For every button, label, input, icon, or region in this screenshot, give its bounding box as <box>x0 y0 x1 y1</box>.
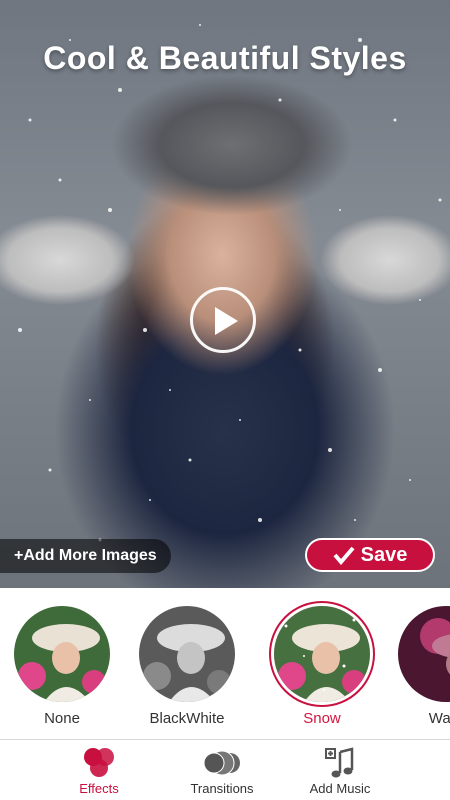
nav-transitions[interactable]: Transitions <box>167 746 277 796</box>
effect-thumbnail <box>14 606 110 702</box>
effect-water[interactable]: Wate <box>396 606 450 727</box>
play-icon <box>215 307 238 335</box>
effect-label: Wate <box>428 710 450 727</box>
effect-thumbnail <box>398 606 450 702</box>
effect-label: Snow <box>303 710 341 727</box>
preview-title: Cool & Beautiful Styles <box>43 40 407 76</box>
effect-blackwhite[interactable]: BlackWhite <box>137 606 237 727</box>
transitions-icon <box>204 750 240 776</box>
effect-label: None <box>44 710 80 727</box>
play-button[interactable] <box>190 287 256 353</box>
effect-label: BlackWhite <box>149 710 225 727</box>
effect-none[interactable]: None <box>12 606 112 727</box>
nav-add-music[interactable]: Add Music <box>285 746 395 796</box>
save-button-label: Save <box>360 543 408 566</box>
nav-transitions-label: Transitions <box>190 781 254 796</box>
save-button[interactable]: Save <box>305 538 435 572</box>
effects-strip[interactable]: None BlackWhite Snow Wa <box>0 588 450 738</box>
effect-thumbnail <box>274 606 370 702</box>
nav-add-music-label: Add Music <box>309 781 371 796</box>
bottom-nav: Effects Transitions Add Music <box>0 740 450 800</box>
add-music-icon <box>325 747 354 778</box>
effect-snow[interactable]: Snow <box>272 606 372 727</box>
nav-effects[interactable]: Effects <box>44 746 154 796</box>
add-more-images-button[interactable]: +Add More Images <box>0 539 171 573</box>
nav-effects-label: Effects <box>79 781 119 796</box>
effects-icon <box>84 748 114 777</box>
video-preview[interactable]: Cool & Beautiful Styles +Add More Images… <box>0 0 450 588</box>
checkmark-icon <box>333 546 355 565</box>
effect-thumbnail <box>139 606 235 702</box>
